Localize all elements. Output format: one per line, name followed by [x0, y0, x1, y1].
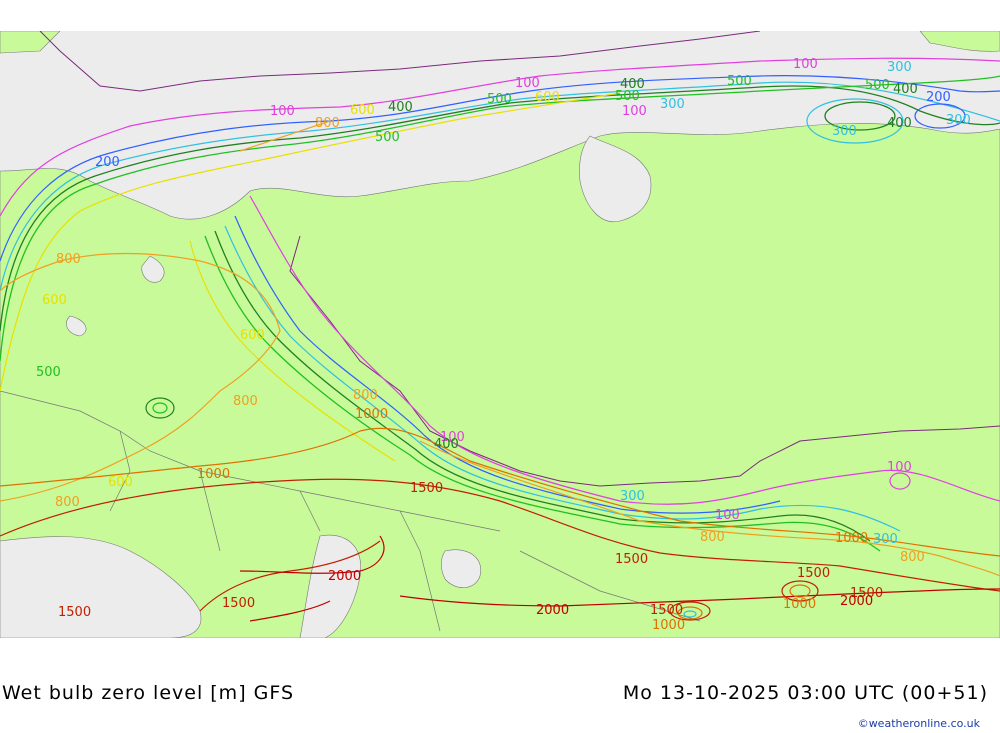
label-100: 100 [887, 460, 912, 475]
label-2000: 2000 [536, 603, 569, 618]
label-400: 400 [434, 437, 459, 452]
label-500: 500 [36, 365, 61, 380]
label-400: 400 [887, 116, 912, 131]
label-800: 800 [233, 394, 258, 409]
label-1500: 1500 [797, 566, 830, 581]
map-title: Wet bulb zero level [m] GFS [2, 682, 295, 704]
map-footer: Wet bulb zero level [m] GFS Mo 13-10-202… [0, 638, 1000, 733]
label-500: 500 [487, 92, 512, 107]
label-400: 400 [388, 100, 413, 115]
label-800: 800 [700, 530, 725, 545]
label-2000: 2000 [840, 594, 873, 609]
map-svg: 100 100 100 100 100 100 100 200 200 300 … [0, 31, 1000, 638]
label-1000: 1000 [835, 531, 868, 546]
label-100: 100 [622, 104, 647, 119]
label-600: 600 [108, 475, 133, 490]
label-600: 600 [42, 293, 67, 308]
label-100: 100 [793, 57, 818, 72]
label-800: 800 [55, 495, 80, 510]
label-1500: 1500 [650, 603, 683, 618]
label-600: 600 [240, 328, 265, 343]
label-800: 800 [315, 116, 340, 131]
label-100: 100 [715, 508, 740, 523]
label-300: 300 [620, 489, 645, 504]
label-1500: 1500 [410, 481, 443, 496]
label-600: 600 [350, 103, 375, 118]
label-1000: 1000 [197, 467, 230, 482]
label-1500: 1500 [222, 596, 255, 611]
label-400: 400 [893, 82, 918, 97]
label-800: 800 [353, 388, 378, 403]
label-1000: 1000 [355, 407, 388, 422]
label-500: 500 [727, 74, 752, 89]
label-200: 200 [95, 155, 120, 170]
label-1500: 1500 [615, 552, 648, 567]
weather-map: 100 100 100 100 100 100 100 200 200 300 … [0, 31, 1000, 638]
label-800: 800 [56, 252, 81, 267]
label-100: 100 [515, 76, 540, 91]
label-1500: 1500 [58, 605, 91, 620]
label-300: 300 [946, 113, 971, 128]
label-500: 500 [375, 130, 400, 145]
credit-link[interactable]: ©weatheronline.co.uk [858, 717, 980, 730]
label-300: 300 [832, 124, 857, 139]
label-100: 100 [270, 104, 295, 119]
label-200: 200 [926, 90, 951, 105]
label-1000: 1000 [783, 597, 816, 612]
label-1000: 1000 [652, 618, 685, 633]
label-300: 300 [887, 60, 912, 75]
label-300: 300 [873, 532, 898, 547]
label-600: 600 [535, 90, 560, 105]
label-500: 500 [615, 89, 640, 104]
label-500: 500 [865, 78, 890, 93]
label-300: 300 [660, 97, 685, 112]
label-2000: 2000 [328, 569, 361, 584]
label-800: 800 [900, 550, 925, 565]
forecast-datetime: Mo 13-10-2025 03:00 UTC (00+51) [622, 682, 988, 704]
